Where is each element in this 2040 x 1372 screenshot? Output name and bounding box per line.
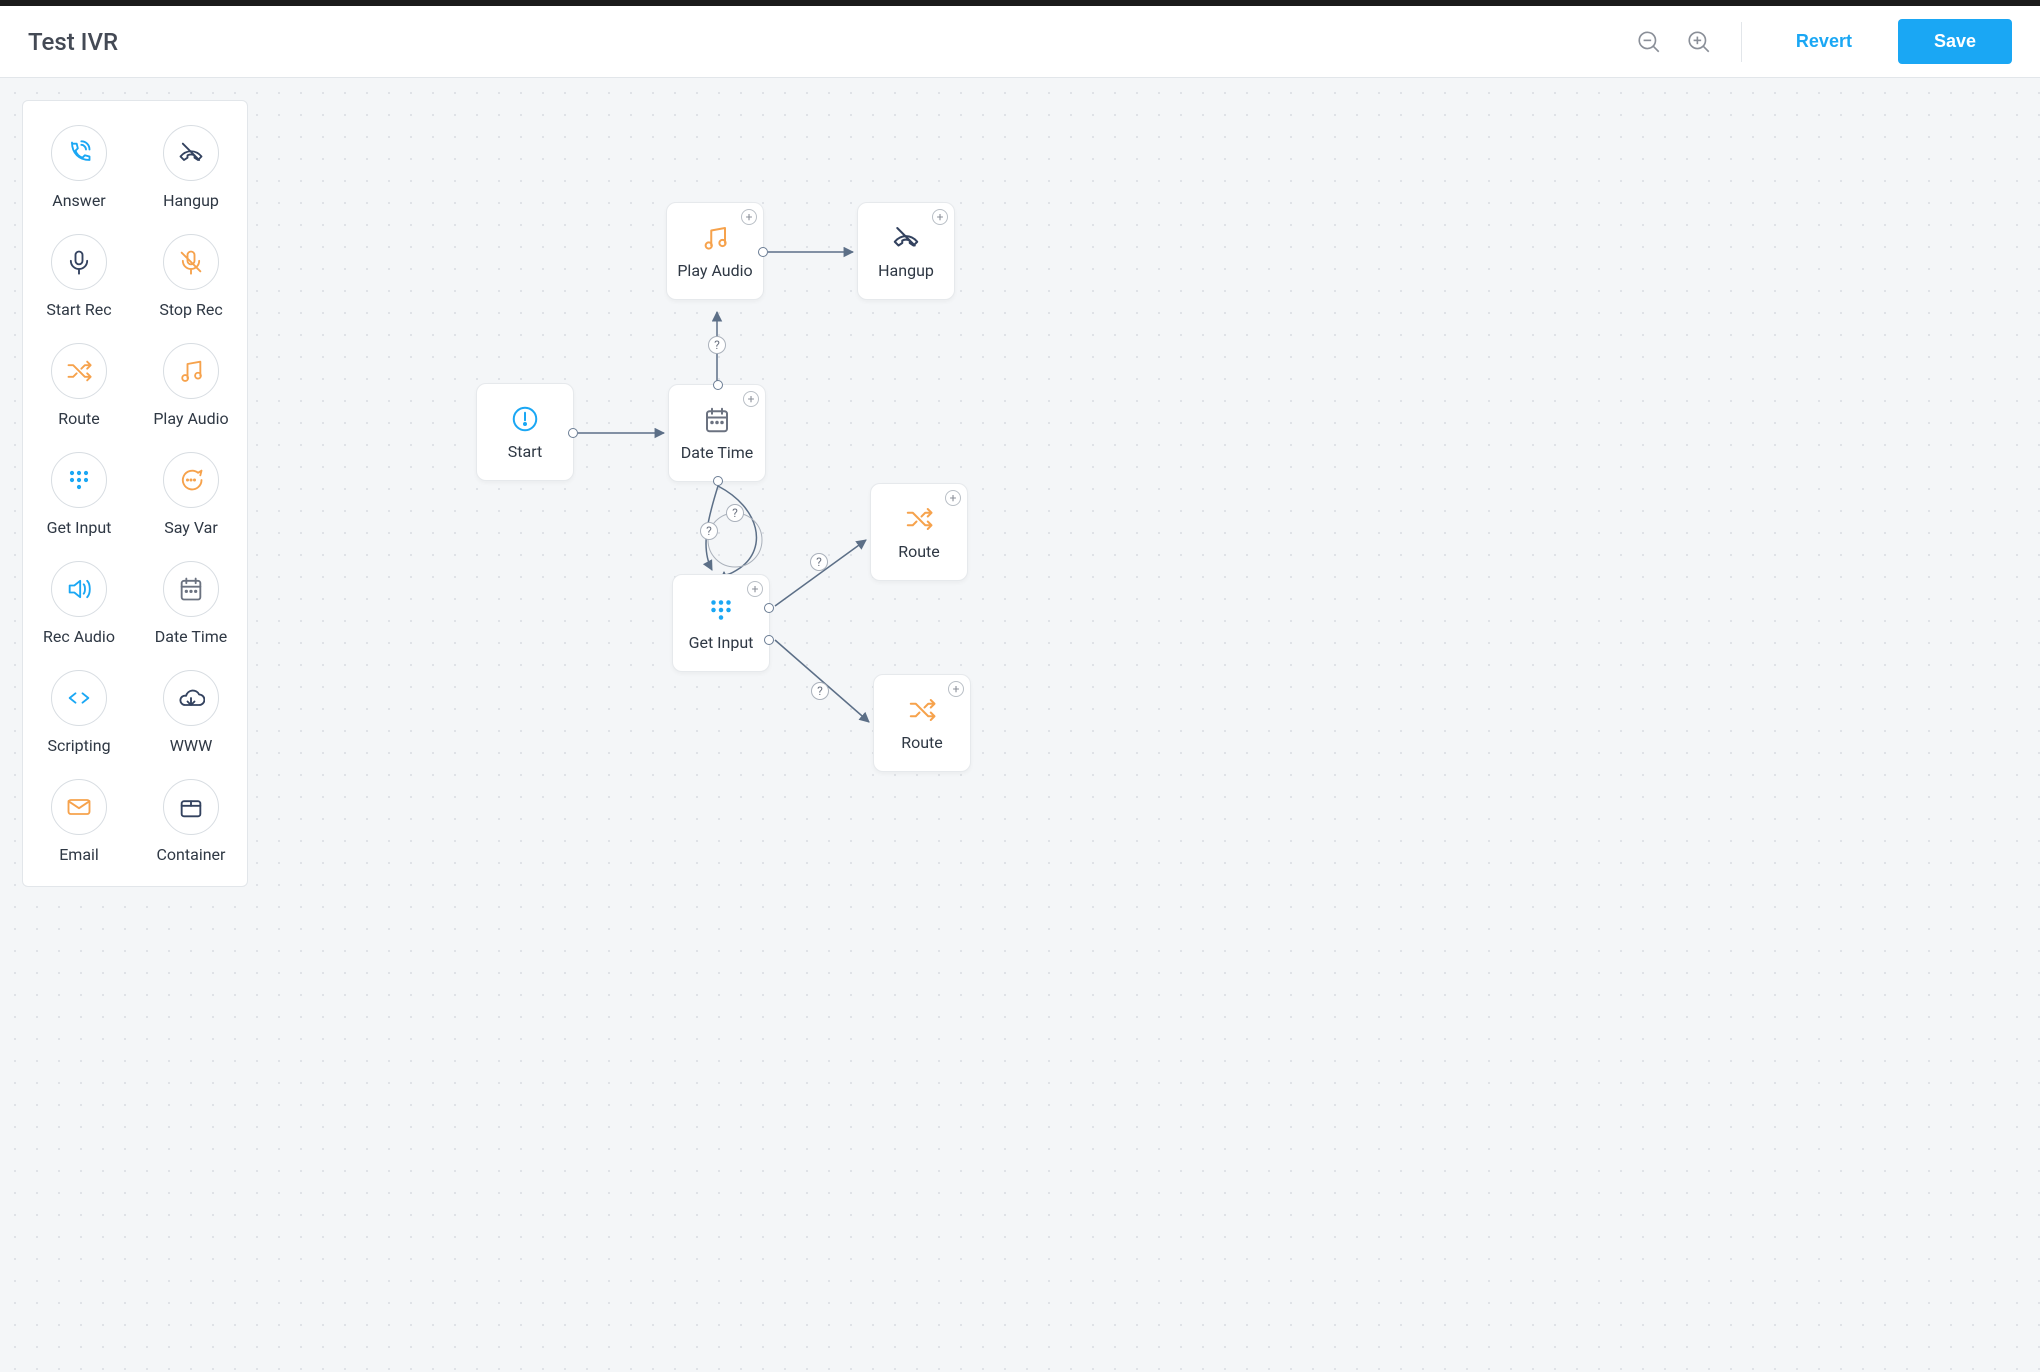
node-label: Hangup <box>878 261 934 280</box>
palette-item-label: Stop Rec <box>159 300 222 319</box>
palette-item-answer[interactable]: Answer <box>23 119 135 228</box>
node-start[interactable]: Start <box>476 383 574 481</box>
node-label: Start <box>508 442 542 461</box>
palette-item-container[interactable]: Container <box>135 773 247 882</box>
zoom-in-button[interactable] <box>1683 26 1715 58</box>
separator <box>1741 22 1742 62</box>
save-button[interactable]: Save <box>1898 19 2012 64</box>
node-port[interactable] <box>713 380 723 390</box>
add-port-icon[interactable]: + <box>747 581 763 597</box>
node-hangup[interactable]: + Hangup <box>857 202 955 300</box>
palette-item-label: Hangup <box>163 191 219 210</box>
sound-icon <box>51 561 107 617</box>
mail-icon <box>51 779 107 835</box>
calendar-icon <box>163 561 219 617</box>
start-icon <box>510 404 540 434</box>
edge-label[interactable]: ? <box>810 553 828 571</box>
dialpad-icon <box>51 452 107 508</box>
add-port-icon[interactable]: + <box>945 490 961 506</box>
zoom-out-icon <box>1636 29 1662 55</box>
palette-item-www[interactable]: WWW <box>135 664 247 773</box>
palette-item-start-rec[interactable]: Start Rec <box>23 228 135 337</box>
node-label: Route <box>901 733 943 752</box>
zoom-in-icon <box>1686 29 1712 55</box>
flow-edges <box>0 78 2040 1372</box>
node-port[interactable] <box>764 635 774 645</box>
node-route[interactable]: + Route <box>873 674 971 772</box>
music-icon <box>163 343 219 399</box>
add-port-icon[interactable]: + <box>948 681 964 697</box>
flow-canvas[interactable]: Answer Hangup Start Rec Stop Rec Route Play A… <box>0 78 2040 1372</box>
palette-item-route[interactable]: Route <box>23 337 135 446</box>
phone-hangup-icon <box>891 223 921 253</box>
node-port[interactable] <box>713 476 723 486</box>
palette-item-get-input[interactable]: Get Input <box>23 446 135 555</box>
dialpad-icon <box>706 595 736 625</box>
header-actions: Revert Save <box>1633 19 2012 64</box>
header-bar: Test IVR Revert Save <box>0 6 2040 78</box>
node-label: Date Time <box>681 443 754 462</box>
edge-label[interactable]: ? <box>726 504 744 522</box>
mic-off-icon <box>163 234 219 290</box>
box-icon <box>163 779 219 835</box>
shuffle-icon <box>51 343 107 399</box>
phone-hangup-icon <box>163 125 219 181</box>
palette-item-label: WWW <box>170 736 213 755</box>
mic-icon <box>51 234 107 290</box>
palette-item-email[interactable]: Email <box>23 773 135 882</box>
palette-item-label: Start Rec <box>46 300 111 319</box>
palette-item-rec-audio[interactable]: Rec Audio <box>23 555 135 664</box>
code-icon <box>51 670 107 726</box>
node-port[interactable] <box>764 603 774 613</box>
music-icon <box>700 223 730 253</box>
cloud-icon <box>163 670 219 726</box>
calendar-icon <box>702 405 732 435</box>
palette-item-label: Scripting <box>47 736 110 755</box>
palette-item-hangup[interactable]: Hangup <box>135 119 247 228</box>
node-label: Route <box>898 542 940 561</box>
palette-item-label: Date Time <box>155 627 228 646</box>
node-route[interactable]: + Route <box>870 483 968 581</box>
node-label: Get Input <box>689 633 754 652</box>
add-port-icon[interactable]: + <box>743 391 759 407</box>
palette-item-label: Play Audio <box>153 409 228 428</box>
palette-item-scripting[interactable]: Scripting <box>23 664 135 773</box>
add-port-icon[interactable]: + <box>932 209 948 225</box>
phone-answer-icon <box>51 125 107 181</box>
palette-item-label: Answer <box>52 191 105 210</box>
node-label: Play Audio <box>677 261 752 280</box>
shuffle-icon <box>904 504 934 534</box>
edge-label[interactable]: ? <box>811 682 829 700</box>
node-port[interactable] <box>568 428 578 438</box>
node-date-time[interactable]: + Date Time <box>668 384 766 482</box>
zoom-out-button[interactable] <box>1633 26 1665 58</box>
palette-item-label: Route <box>58 409 100 428</box>
revert-button[interactable]: Revert <box>1768 21 1880 62</box>
edge-label[interactable]: ? <box>700 522 718 540</box>
palette-item-label: Get Input <box>47 518 112 537</box>
page-title: Test IVR <box>28 28 118 56</box>
palette-item-label: Container <box>157 845 226 864</box>
node-port[interactable] <box>758 247 768 257</box>
node-get-input[interactable]: + Get Input <box>672 574 770 672</box>
palette-item-play-audio[interactable]: Play Audio <box>135 337 247 446</box>
chat-icon <box>163 452 219 508</box>
shuffle-icon <box>907 695 937 725</box>
palette-item-say-var[interactable]: Say Var <box>135 446 247 555</box>
palette-item-label: Rec Audio <box>43 627 115 646</box>
palette-item-date-time[interactable]: Date Time <box>135 555 247 664</box>
add-port-icon[interactable]: + <box>741 209 757 225</box>
palette-item-label: Say Var <box>164 518 218 537</box>
node-palette: Answer Hangup Start Rec Stop Rec Route Play A… <box>22 100 248 887</box>
palette-item-stop-rec[interactable]: Stop Rec <box>135 228 247 337</box>
palette-item-label: Email <box>59 845 99 864</box>
edge-label[interactable]: ? <box>708 336 726 354</box>
node-play-audio[interactable]: + Play Audio <box>666 202 764 300</box>
